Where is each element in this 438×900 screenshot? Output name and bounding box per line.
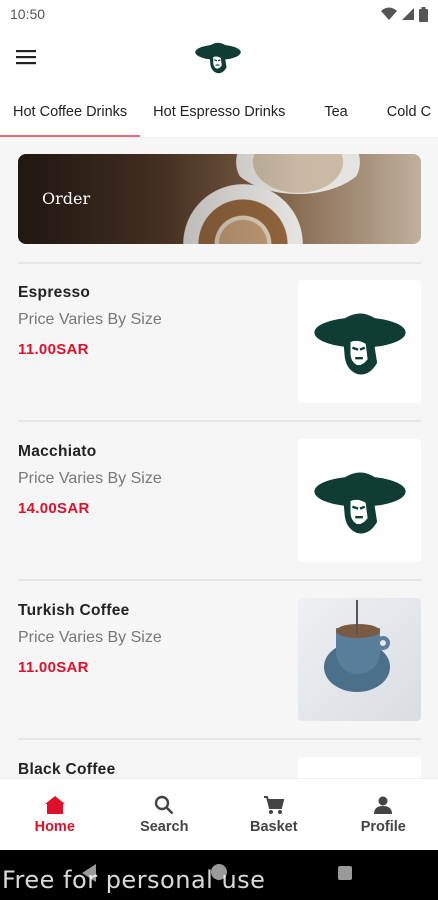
nav-label: Home bbox=[34, 818, 75, 835]
item-image bbox=[298, 280, 421, 403]
tab-tea[interactable]: Tea bbox=[298, 86, 373, 137]
menu-item-turkish-coffee[interactable]: Turkish Coffee Price Varies By Size 11.0… bbox=[18, 584, 421, 721]
tab-cold[interactable]: Cold C bbox=[374, 86, 438, 137]
status-bar: 10:50 bbox=[0, 0, 438, 28]
signal-icon bbox=[402, 8, 414, 20]
tab-hot-espresso-drinks[interactable]: Hot Espresso Drinks bbox=[140, 86, 298, 137]
status-time: 10:50 bbox=[10, 6, 46, 22]
order-banner[interactable]: Order bbox=[18, 154, 421, 244]
nav-label: Search bbox=[140, 818, 189, 835]
menu-content: Order Espresso Price Varies By Size 11.0… bbox=[0, 138, 438, 778]
search-icon bbox=[155, 795, 174, 814]
item-description: Price Varies By Size bbox=[18, 629, 162, 646]
menu-button[interactable] bbox=[0, 28, 52, 86]
person-icon bbox=[374, 796, 393, 814]
divider bbox=[18, 738, 421, 740]
bottom-navigation: Home Search Basket Profile bbox=[0, 778, 438, 850]
item-image bbox=[298, 757, 421, 778]
item-image bbox=[298, 439, 421, 562]
item-image bbox=[298, 598, 421, 721]
menu-item-macchiato[interactable]: Macchiato Price Varies By Size 14.00SAR bbox=[18, 425, 421, 562]
nav-search[interactable]: Search bbox=[110, 779, 220, 850]
menu-item-espresso[interactable]: Espresso Price Varies By Size 11.00SAR bbox=[18, 266, 421, 403]
nav-profile[interactable]: Profile bbox=[329, 779, 438, 850]
item-description: Price Varies By Size bbox=[18, 470, 162, 487]
nav-home[interactable]: Home bbox=[0, 779, 110, 850]
item-price: 11.00SAR bbox=[18, 341, 89, 358]
hat-logo-icon bbox=[313, 313, 406, 375]
cart-icon bbox=[263, 795, 285, 814]
item-name: Black Coffee bbox=[18, 761, 116, 778]
hat-logo-icon bbox=[195, 42, 241, 74]
divider bbox=[18, 420, 421, 422]
battery-icon bbox=[419, 6, 428, 22]
item-price: 11.00SAR bbox=[18, 659, 89, 676]
nav-basket[interactable]: Basket bbox=[219, 779, 329, 850]
tab-hot-coffee-drinks[interactable]: Hot Coffee Drinks bbox=[0, 86, 141, 137]
divider bbox=[18, 579, 421, 581]
coffee-cup-photo bbox=[298, 598, 421, 721]
category-tabs: Hot Coffee Drinks Hot Espresso Drinks Te… bbox=[0, 86, 438, 138]
item-price: 14.00SAR bbox=[18, 500, 90, 517]
recents-icon[interactable] bbox=[338, 866, 352, 880]
divider bbox=[18, 262, 421, 264]
item-name: Macchiato bbox=[18, 443, 97, 460]
hat-logo-icon bbox=[313, 472, 406, 534]
banner-label: Order bbox=[42, 189, 91, 208]
item-description: Price Varies By Size bbox=[18, 311, 162, 328]
menu-item-black-coffee[interactable]: Black Coffee bbox=[18, 743, 421, 778]
item-name: Turkish Coffee bbox=[18, 602, 130, 619]
menu-icon bbox=[16, 50, 36, 65]
wifi-icon bbox=[381, 7, 397, 20]
nav-label: Basket bbox=[249, 818, 298, 835]
status-icons bbox=[381, 6, 428, 22]
item-name: Espresso bbox=[18, 284, 91, 301]
watermark: Free for personal use bbox=[2, 866, 266, 894]
nav-label: Profile bbox=[360, 818, 406, 835]
home-icon bbox=[44, 795, 65, 814]
app-bar bbox=[0, 28, 438, 86]
